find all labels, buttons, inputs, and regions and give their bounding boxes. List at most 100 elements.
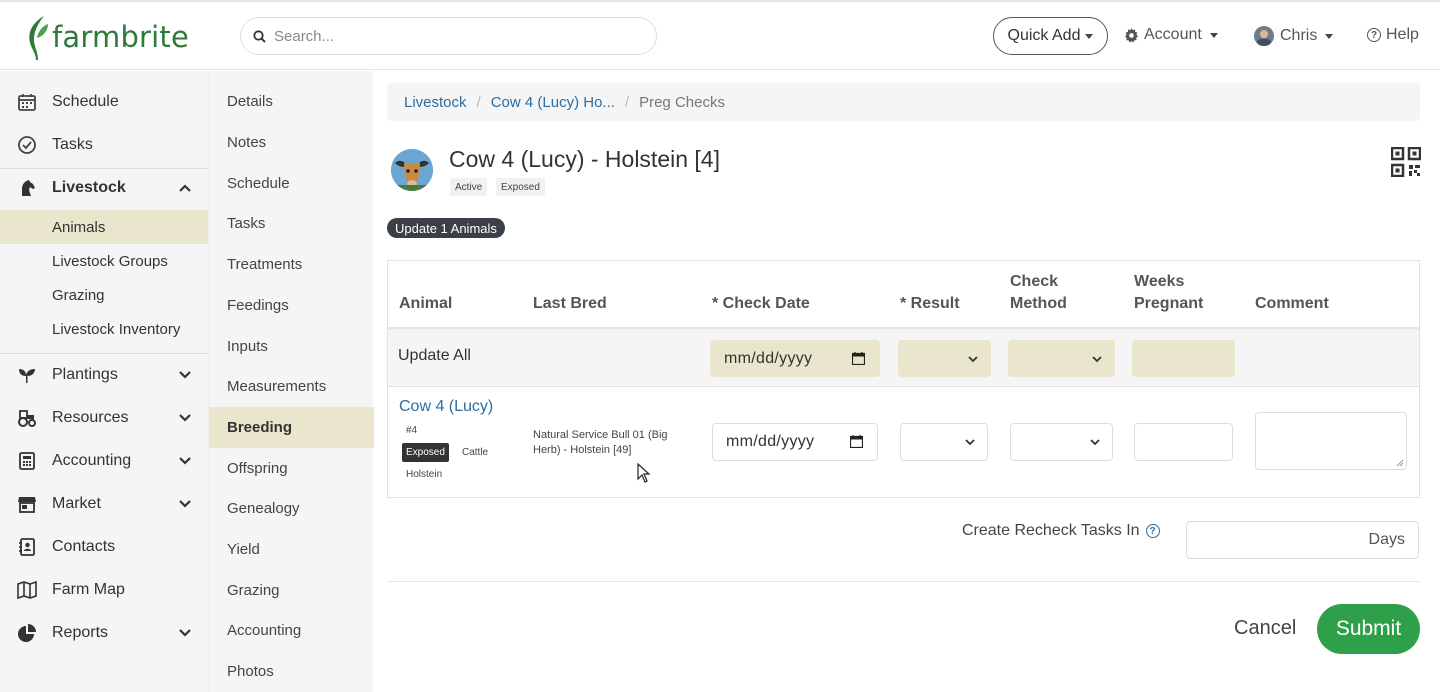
submit-button[interactable]: Submit bbox=[1317, 604, 1420, 654]
subnav-label: Tasks bbox=[227, 215, 266, 232]
col-header-check-method: Check Method bbox=[1010, 271, 1067, 315]
sidebar-item-animals[interactable]: Animals bbox=[0, 210, 208, 244]
calculator-icon bbox=[19, 452, 35, 470]
breadcrumb-animal-link[interactable]: Cow 4 (Lucy) Ho... bbox=[491, 94, 615, 111]
check-circle-icon bbox=[18, 136, 36, 154]
preg-check-table: Animal Last Bred * Check Date * Result C… bbox=[387, 260, 1420, 498]
subnav-item-measurements[interactable]: Measurements bbox=[209, 366, 374, 407]
check-method-select[interactable] bbox=[1010, 423, 1113, 461]
result-select[interactable] bbox=[900, 423, 988, 461]
col-header-last-bred: Last Bred bbox=[533, 295, 607, 312]
update-all-label: Update All bbox=[398, 347, 471, 364]
nav-item-reports[interactable]: Reports bbox=[0, 613, 208, 653]
breadcrumb-livestock-link[interactable]: Livestock bbox=[404, 94, 467, 111]
subnav-item-breeding[interactable]: Breeding bbox=[209, 407, 374, 448]
update-all-check-method-select[interactable] bbox=[1008, 340, 1115, 377]
subnav-item-accounting[interactable]: Accounting bbox=[209, 610, 374, 651]
animal-number: #4 bbox=[406, 425, 418, 436]
update-all-check-date-input[interactable]: mm/dd/yyyy bbox=[710, 340, 880, 377]
nav-item-market[interactable]: Market bbox=[0, 484, 208, 524]
recheck-days-input[interactable]: Days bbox=[1186, 521, 1419, 559]
comment-textarea[interactable] bbox=[1255, 412, 1407, 470]
help-link[interactable]: ? Help bbox=[1367, 26, 1419, 44]
nav-item-livestock[interactable]: Livestock bbox=[0, 168, 208, 208]
subnav-label: Offspring bbox=[227, 460, 288, 477]
pie-chart-icon bbox=[18, 624, 36, 642]
account-menu[interactable]: Account bbox=[1124, 26, 1218, 44]
subnav-label: Notes bbox=[227, 134, 267, 151]
search-box[interactable] bbox=[240, 17, 657, 55]
subnav-item-tasks[interactable]: Tasks bbox=[209, 203, 374, 244]
col-header-result: * Result bbox=[900, 295, 960, 312]
top-header: farmbrite Quick Add Account Chris ? Help bbox=[0, 0, 1440, 70]
caret-down-icon bbox=[1085, 33, 1094, 39]
weeks-pregnant-input[interactable] bbox=[1134, 423, 1233, 461]
subnav-item-schedule[interactable]: Schedule bbox=[209, 163, 374, 204]
sidebar-item-livestock-groups[interactable]: Livestock Groups bbox=[0, 244, 208, 278]
subnav-item-photos[interactable]: Photos bbox=[209, 651, 374, 692]
col-header-line: Method bbox=[1010, 295, 1067, 312]
store-icon bbox=[18, 497, 36, 513]
animal-link[interactable]: Cow 4 (Lucy) bbox=[399, 398, 493, 416]
subnav-item-yield[interactable]: Yield bbox=[209, 529, 374, 570]
subnav-item-grazing[interactable]: Grazing bbox=[209, 570, 374, 611]
sidebar-item-grazing[interactable]: Grazing bbox=[0, 278, 208, 312]
subnav-item-inputs[interactable]: Inputs bbox=[209, 326, 374, 367]
update-all-row: Update All mm/dd/yyyy bbox=[388, 329, 1419, 387]
user-menu[interactable]: Chris bbox=[1254, 26, 1334, 46]
resize-handle-icon[interactable] bbox=[1396, 459, 1404, 467]
nav-label: Livestock bbox=[52, 179, 126, 196]
subnav-item-offspring[interactable]: Offspring bbox=[209, 448, 374, 489]
subnav-label: Details bbox=[227, 93, 273, 110]
recheck-tasks-label: Create Recheck Tasks In ? bbox=[962, 522, 1160, 540]
col-header-line: Check bbox=[1010, 273, 1059, 290]
nav-item-contacts[interactable]: Contacts bbox=[0, 527, 208, 567]
quick-add-button[interactable]: Quick Add bbox=[993, 17, 1108, 55]
calendar-icon[interactable] bbox=[850, 435, 863, 448]
calendar-icon[interactable] bbox=[852, 351, 865, 365]
caret-down-icon bbox=[1325, 33, 1334, 39]
update-all-weeks-input[interactable] bbox=[1132, 340, 1235, 377]
breeding-status-badge: Exposed bbox=[496, 178, 545, 196]
nav-item-farm-map[interactable]: Farm Map bbox=[0, 570, 208, 610]
nav-item-tasks[interactable]: Tasks bbox=[0, 125, 208, 165]
update-all-result-select[interactable] bbox=[898, 340, 991, 377]
user-name: Chris bbox=[1280, 27, 1318, 44]
horse-head-icon bbox=[22, 180, 35, 196]
chevron-down-icon bbox=[179, 457, 191, 465]
subnav-item-details[interactable]: Details bbox=[209, 81, 374, 122]
chevron-down-icon bbox=[179, 629, 191, 637]
search-input[interactable] bbox=[274, 27, 634, 45]
col-header-line: Weeks bbox=[1134, 273, 1185, 290]
sidebar-item-livestock-inventory[interactable]: Livestock Inventory bbox=[0, 312, 208, 346]
question-circle-icon: ? bbox=[1367, 28, 1381, 42]
help-label: Help bbox=[1386, 26, 1419, 43]
nav-label: Animals bbox=[52, 218, 106, 236]
subnav-label: Yield bbox=[227, 541, 260, 558]
subnav-item-notes[interactable]: Notes bbox=[209, 122, 374, 163]
nav-item-plantings[interactable]: Plantings bbox=[0, 355, 208, 395]
col-header-line: Pregnant bbox=[1134, 295, 1204, 312]
nav-item-resources[interactable]: Resources bbox=[0, 398, 208, 438]
subnav-label: Grazing bbox=[227, 582, 280, 599]
mouse-cursor-icon bbox=[637, 463, 651, 483]
map-icon bbox=[17, 580, 37, 600]
subnav-item-feedings[interactable]: Feedings bbox=[209, 285, 374, 326]
chevron-down-icon bbox=[179, 414, 191, 422]
qr-code-icon[interactable] bbox=[1391, 147, 1421, 177]
check-date-input[interactable]: mm/dd/yyyy bbox=[712, 423, 878, 461]
subnav-item-genealogy[interactable]: Genealogy bbox=[209, 488, 374, 529]
nav-item-schedule[interactable]: Schedule bbox=[0, 82, 208, 122]
last-bred-value: Natural Service Bull 01 (Big Herb) - Hol… bbox=[533, 429, 668, 456]
nav-divider bbox=[0, 353, 208, 354]
calendar-icon bbox=[18, 94, 36, 111]
animal-title: Cow 4 (Lucy) - Holstein [4] bbox=[449, 146, 720, 172]
subnav-item-treatments[interactable]: Treatments bbox=[209, 244, 374, 285]
nav-item-accounting[interactable]: Accounting bbox=[0, 441, 208, 481]
subnav-label: Breeding bbox=[227, 419, 293, 436]
cancel-button[interactable]: Cancel bbox=[1234, 617, 1296, 640]
question-circle-icon[interactable]: ? bbox=[1145, 524, 1160, 538]
breadcrumb-separator: / bbox=[624, 93, 630, 111]
farmbrite-logo[interactable]: farmbrite bbox=[24, 14, 189, 60]
gear-icon bbox=[1124, 27, 1139, 43]
